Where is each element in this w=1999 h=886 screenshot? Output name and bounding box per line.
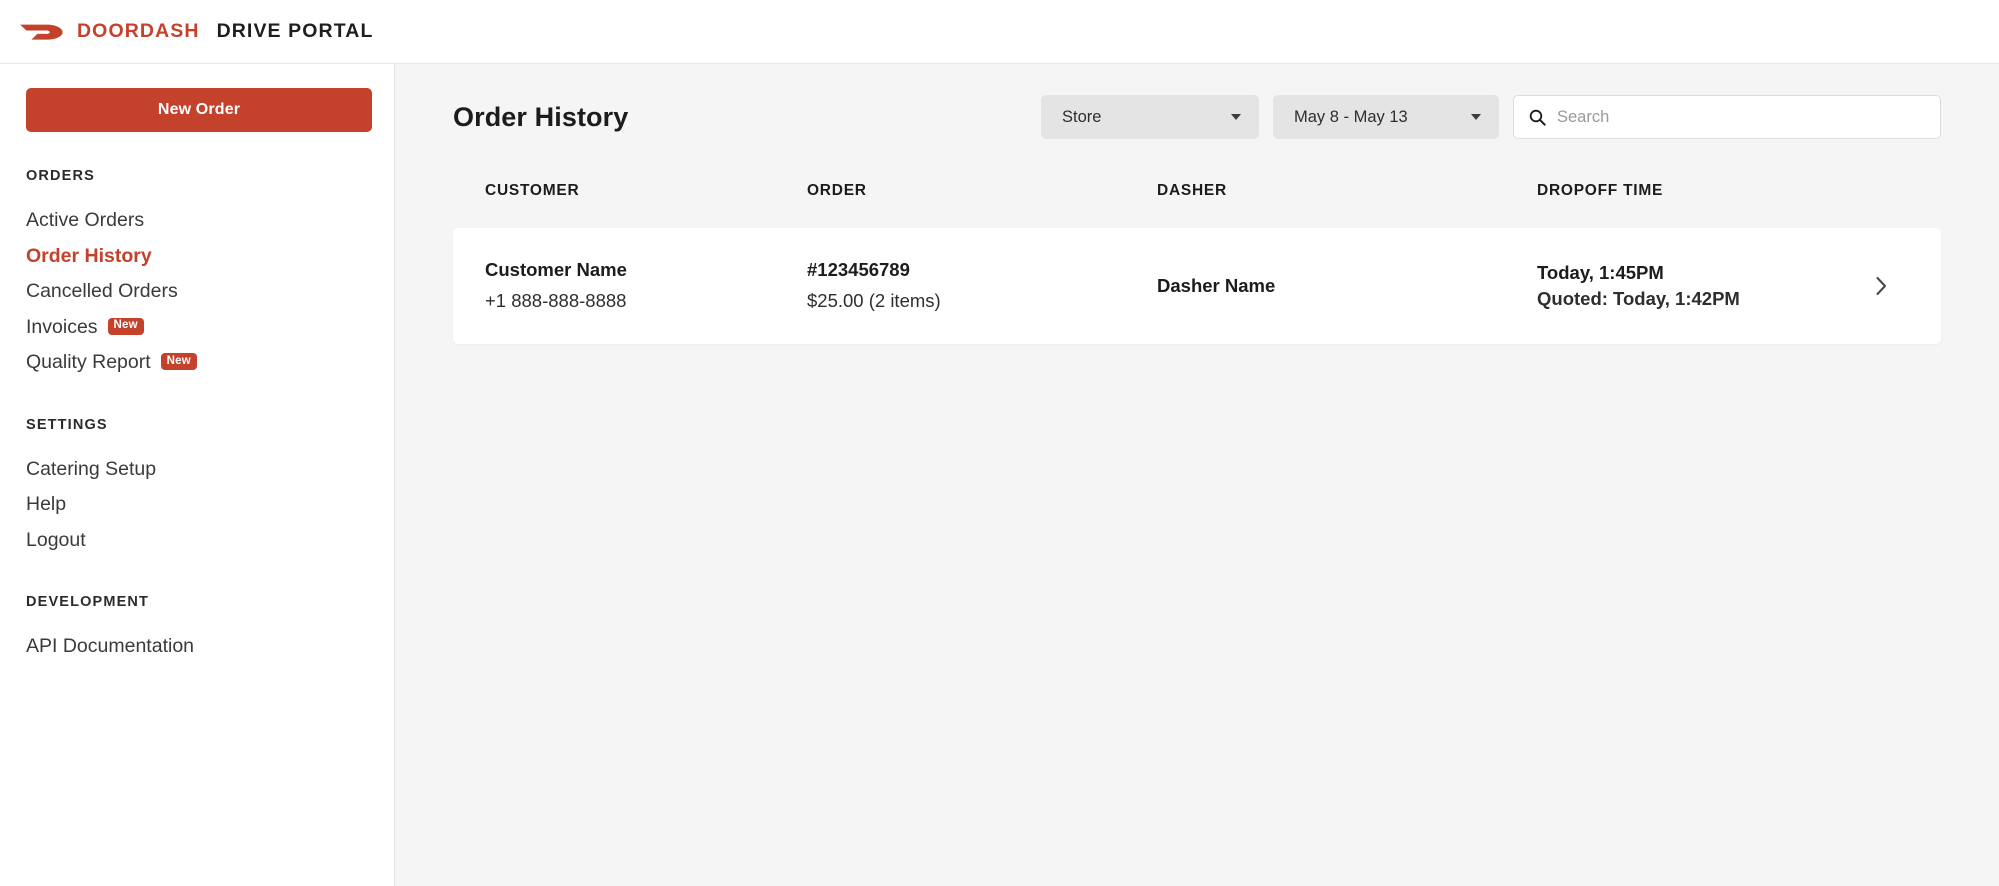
sidebar-item-catering-setup[interactable]: Catering Setup <box>26 452 368 488</box>
sidebar-item-label: Help <box>26 495 66 515</box>
sidebar-item-label: Active Orders <box>26 211 144 231</box>
sidebar: New Order ORDERS Active Orders Order His… <box>0 64 395 886</box>
sidebar-item-logout[interactable]: Logout <box>26 523 368 559</box>
doordash-dasher-logo-icon <box>18 19 66 45</box>
sidebar-section-title-development: DEVELOPMENT <box>26 594 368 610</box>
new-badge: New <box>108 318 144 335</box>
customer-name: Customer Name <box>485 257 807 284</box>
customer-phone: +1 888-888-8888 <box>485 288 807 315</box>
table-header-row: CUSTOMER ORDER DASHER DROPOFF TIME <box>453 170 1941 212</box>
sidebar-item-label: Order History <box>26 247 152 267</box>
sidebar-item-cancelled-orders[interactable]: Cancelled Orders <box>26 274 368 310</box>
store-filter-label: Store <box>1062 108 1101 127</box>
body-split: New Order ORDERS Active Orders Order His… <box>0 64 1999 886</box>
new-order-button[interactable]: New Order <box>26 88 372 132</box>
dropoff-quoted-time: Quoted: Today, 1:42PM <box>1537 286 1853 312</box>
dropoff-time: Today, 1:45PM <box>1537 260 1853 286</box>
sidebar-section-orders: ORDERS Active Orders Order History Cance… <box>26 168 368 381</box>
cell-order: #123456789 $25.00 (2 items) <box>807 257 1157 315</box>
cell-dasher: Dasher Name <box>1157 273 1537 300</box>
main-header: Order History Store May 8 - May 13 <box>453 64 1941 170</box>
sidebar-item-label: API Documentation <box>26 637 194 657</box>
sidebar-item-quality-report[interactable]: Quality Report New <box>26 345 368 381</box>
sidebar-item-label: Catering Setup <box>26 460 156 480</box>
store-filter-dropdown[interactable]: Store <box>1041 95 1259 139</box>
search-icon <box>1528 108 1547 127</box>
sidebar-section-settings: SETTINGS Catering Setup Help Logout <box>26 417 368 559</box>
sidebar-item-help[interactable]: Help <box>26 487 368 523</box>
cell-customer: Customer Name +1 888-888-8888 <box>485 257 807 315</box>
sidebar-item-label: Invoices <box>26 318 98 338</box>
sidebar-section-development: DEVELOPMENT API Documentation <box>26 594 368 665</box>
column-header-dasher: DASHER <box>1157 182 1537 200</box>
order-total: $25.00 (2 items) <box>807 288 1157 315</box>
new-badge: New <box>161 353 197 370</box>
sidebar-item-invoices[interactable]: Invoices New <box>26 310 368 346</box>
sidebar-item-order-history[interactable]: Order History <box>26 239 368 275</box>
chevron-down-icon <box>1471 114 1481 120</box>
search-input[interactable] <box>1557 108 1926 127</box>
column-header-customer: CUSTOMER <box>485 182 807 200</box>
column-header-dropoff-time: DROPOFF TIME <box>1537 182 1853 200</box>
chevron-right-icon <box>1874 275 1889 297</box>
search-box[interactable] <box>1513 95 1941 139</box>
sidebar-item-label: Logout <box>26 531 86 551</box>
column-header-order: ORDER <box>807 182 1157 200</box>
dasher-name: Dasher Name <box>1157 273 1537 300</box>
main-content: Order History Store May 8 - May 13 <box>395 64 1999 886</box>
filter-toolbar: Store May 8 - May 13 <box>1041 95 1941 139</box>
brand-name: DOORDASH <box>77 20 200 43</box>
chevron-down-icon <box>1231 114 1241 120</box>
order-id: #123456789 <box>807 257 1157 284</box>
table-row[interactable]: Customer Name +1 888-888-8888 #123456789… <box>453 228 1941 344</box>
brand-logo-group[interactable]: DOORDASH DRIVE PORTAL <box>18 19 374 45</box>
app-root: DOORDASH DRIVE PORTAL New Order ORDERS A… <box>0 0 1999 886</box>
sidebar-item-active-orders[interactable]: Active Orders <box>26 203 368 239</box>
cell-dropoff-time: Today, 1:45PM Quoted: Today, 1:42PM <box>1537 260 1853 311</box>
sidebar-item-label: Quality Report <box>26 353 151 373</box>
sidebar-item-label: Cancelled Orders <box>26 282 178 302</box>
date-range-filter-label: May 8 - May 13 <box>1294 108 1408 127</box>
brand-product-name: DRIVE PORTAL <box>217 20 374 43</box>
top-bar: DOORDASH DRIVE PORTAL <box>0 0 1999 64</box>
date-range-filter-dropdown[interactable]: May 8 - May 13 <box>1273 95 1499 139</box>
sidebar-section-title-settings: SETTINGS <box>26 417 368 433</box>
sidebar-section-title-orders: ORDERS <box>26 168 368 184</box>
sidebar-item-api-documentation[interactable]: API Documentation <box>26 629 368 665</box>
row-expand-control[interactable] <box>1853 275 1909 297</box>
page-title: Order History <box>453 102 1041 133</box>
